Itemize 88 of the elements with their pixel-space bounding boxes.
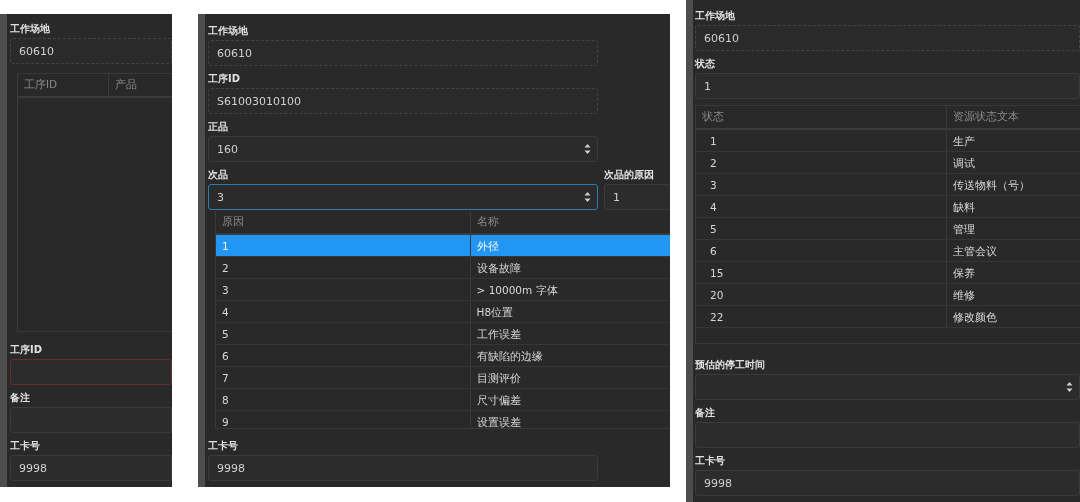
table-cell: 维修 <box>946 283 1080 306</box>
table-row[interactable]: 15 保养 <box>696 261 1080 284</box>
field-label: 工序ID <box>208 72 241 85</box>
field-label: 次品的原因 <box>604 168 654 181</box>
input-field[interactable]: 60610 <box>208 40 598 66</box>
input-field[interactable]: 1 <box>604 184 670 210</box>
table-row[interactable]: 3 传送物料（号） <box>696 173 1080 196</box>
table-cell: 调试 <box>946 151 1080 174</box>
table-cell: 15 <box>696 261 946 284</box>
field-label: 工卡号 <box>695 454 725 467</box>
spinner-icon[interactable] <box>1066 381 1073 393</box>
field-label: 正品 <box>208 120 228 133</box>
field-label: 工序ID <box>10 343 43 356</box>
table-row[interactable]: 2 调试 <box>696 151 1080 174</box>
field-label: 工作场地 <box>208 24 248 37</box>
table-cell: 6 <box>696 239 946 262</box>
table-cell: 有缺陷的边缘 <box>470 344 670 367</box>
table-row[interactable]: 20 维修 <box>696 283 1080 306</box>
input-field[interactable]: 60610 <box>10 38 172 64</box>
input-field[interactable]: 9998 <box>208 455 598 481</box>
table-cell: 8 <box>216 388 470 411</box>
table-cell: 3 <box>216 278 470 301</box>
table-cell: 4 <box>696 195 946 218</box>
table-cell: 2 <box>216 256 470 279</box>
input-field[interactable]: 9998 <box>695 470 1080 496</box>
input-field[interactable]: 160 <box>208 136 598 162</box>
field-label: 次品 <box>208 168 228 181</box>
table-cell: 3 <box>696 173 946 196</box>
table-row[interactable]: 5 工作误差 <box>216 322 670 345</box>
table-cell: 7 <box>216 366 470 389</box>
table-row[interactable]: 2 设备故障 <box>216 256 670 279</box>
input-field[interactable] <box>695 374 1080 400</box>
table-cell: 缺料 <box>946 195 1080 218</box>
table-row[interactable]: 8 尺寸偏差 <box>216 388 670 411</box>
table-cell: H8位置 <box>470 300 670 323</box>
input-field[interactable]: 9998 <box>10 455 172 481</box>
spinner-icon[interactable] <box>584 191 591 203</box>
table-cell: 保养 <box>946 261 1080 284</box>
input-field[interactable]: S61003010100 <box>208 88 598 114</box>
table-cell: 1 <box>216 234 470 257</box>
field-label: 工作场地 <box>695 9 735 22</box>
input-field[interactable]: 3 <box>208 184 598 210</box>
table-row[interactable]: 3 > 10000m 字体 <box>216 278 670 301</box>
table-row[interactable]: 4 H8位置 <box>216 300 670 323</box>
table-cell: > 10000m 字体 <box>470 278 670 301</box>
field-label: 备注 <box>695 406 715 419</box>
table-cell: 5 <box>216 322 470 345</box>
input-field[interactable] <box>10 359 172 385</box>
field-label: 状态 <box>695 57 715 70</box>
table-cell: 尺寸偏差 <box>470 388 670 411</box>
table-row[interactable]: 7 目测评价 <box>216 366 670 389</box>
input-field[interactable] <box>10 407 172 433</box>
table-cell: 外径 <box>470 234 670 257</box>
table-cell: 修改颜色 <box>946 305 1080 328</box>
table-cell: 生产 <box>946 129 1080 152</box>
table-cell: 工作误差 <box>470 322 670 345</box>
field-label: 备注 <box>10 391 30 404</box>
table-cell: 传送物料（号） <box>946 173 1080 196</box>
table-row[interactable]: 1 生产 <box>696 129 1080 152</box>
column-header: 工序ID <box>18 74 108 97</box>
table-cell: 9 <box>216 410 470 428</box>
table-row[interactable]: 6 主管会议 <box>696 239 1080 262</box>
table-cell: 1 <box>696 129 946 152</box>
input-field[interactable]: 60610 <box>695 25 1080 51</box>
column-header: 资源状态文本 <box>946 106 1080 129</box>
table-cell: 6 <box>216 344 470 367</box>
table-cell: 4 <box>216 300 470 323</box>
input-field[interactable]: 1 <box>695 73 1080 99</box>
table-row[interactable]: 5 管理 <box>696 217 1080 240</box>
field-label: 工卡号 <box>208 439 238 452</box>
table-cell: 设备故障 <box>470 256 670 279</box>
field-label: 工卡号 <box>10 439 40 452</box>
spinner-icon[interactable] <box>584 143 591 155</box>
table-cell: 5 <box>696 217 946 240</box>
table-row[interactable]: 9 设置误差 <box>216 410 670 428</box>
table-cell: 22 <box>696 305 946 328</box>
table-row[interactable]: 22 修改颜色 <box>696 305 1080 328</box>
table-cell: 管理 <box>946 217 1080 240</box>
table-cell: 目测评价 <box>470 366 670 389</box>
table-row[interactable]: 4 缺料 <box>696 195 1080 218</box>
column-header: 状态 <box>696 106 946 129</box>
table-cell: 主管会议 <box>946 239 1080 262</box>
table-cell: 设置误差 <box>470 410 670 428</box>
table-cell: 2 <box>696 151 946 174</box>
table-row[interactable]: 6 有缺陷的边缘 <box>216 344 670 367</box>
field-label: 预估的停工时间 <box>695 358 765 371</box>
field-label: 工作场地 <box>10 22 50 35</box>
table-cell: 20 <box>696 283 946 306</box>
